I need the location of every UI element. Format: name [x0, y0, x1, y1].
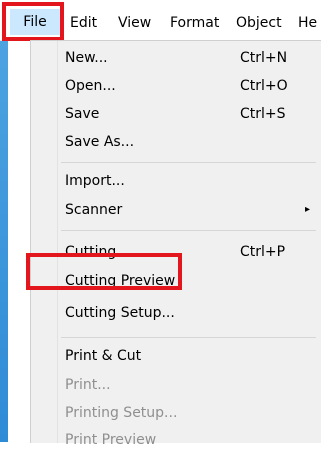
menu-item-label: Scanner	[65, 202, 123, 218]
menu-item-label: Open...	[65, 78, 116, 94]
menu-separator	[61, 337, 316, 338]
menu-item-shortcut: Ctrl+S	[240, 106, 286, 122]
menu-item-shortcut: Ctrl+N	[240, 50, 288, 66]
cutting-setup-highlight-box	[26, 253, 182, 290]
menu-item-printing-setup: Printing Setup...	[65, 400, 315, 426]
menu-item-label: New...	[65, 50, 108, 66]
menu-item-shortcut: Ctrl+P	[240, 244, 286, 260]
menu-item-shortcut: Ctrl+O	[240, 78, 288, 94]
menu-item-save[interactable]: Save Ctrl+S	[65, 101, 315, 127]
file-dropdown-menu: New... Ctrl+N Open... Ctrl+O Save Ctrl+S…	[30, 40, 321, 448]
window-edge	[0, 41, 8, 442]
menu-item-label: Print & Cut	[65, 348, 142, 364]
menu-item-label: Save	[65, 106, 100, 122]
menu-help[interactable]: He	[298, 12, 317, 34]
submenu-arrow-icon: ▸	[305, 204, 311, 215]
menu-item-label: Import...	[65, 173, 125, 189]
menu-item-label: Save As...	[65, 134, 135, 150]
menu-item-import[interactable]: Import...	[65, 168, 315, 194]
menu-icon-column	[31, 41, 58, 443]
menu-view[interactable]: View	[118, 12, 151, 34]
menu-item-print-and-cut[interactable]: Print & Cut	[65, 343, 315, 369]
menu-item-label: Print...	[65, 377, 111, 393]
menu-separator	[61, 230, 316, 231]
menu-item-label: Cutting Setup...	[65, 305, 175, 321]
menu-item-scanner[interactable]: Scanner ▸	[65, 197, 315, 223]
menu-item-label: Print Preview	[65, 432, 157, 448]
menu-separator	[61, 162, 316, 163]
menu-item-new[interactable]: New... Ctrl+N	[65, 45, 315, 71]
menu-item-print-preview: Print Preview	[65, 427, 315, 453]
file-menu-highlight-box	[2, 2, 64, 41]
menu-object[interactable]: Object	[236, 12, 282, 34]
menu-edit[interactable]: Edit	[70, 12, 97, 34]
menu-item-open[interactable]: Open... Ctrl+O	[65, 73, 315, 99]
menu-item-cutting-setup[interactable]: Cutting Setup...	[65, 300, 315, 326]
menu-format[interactable]: Format	[170, 12, 219, 34]
menu-item-save-as[interactable]: Save As...	[65, 129, 315, 155]
menu-item-print: Print...	[65, 372, 315, 398]
menu-item-label: Printing Setup...	[65, 405, 178, 421]
